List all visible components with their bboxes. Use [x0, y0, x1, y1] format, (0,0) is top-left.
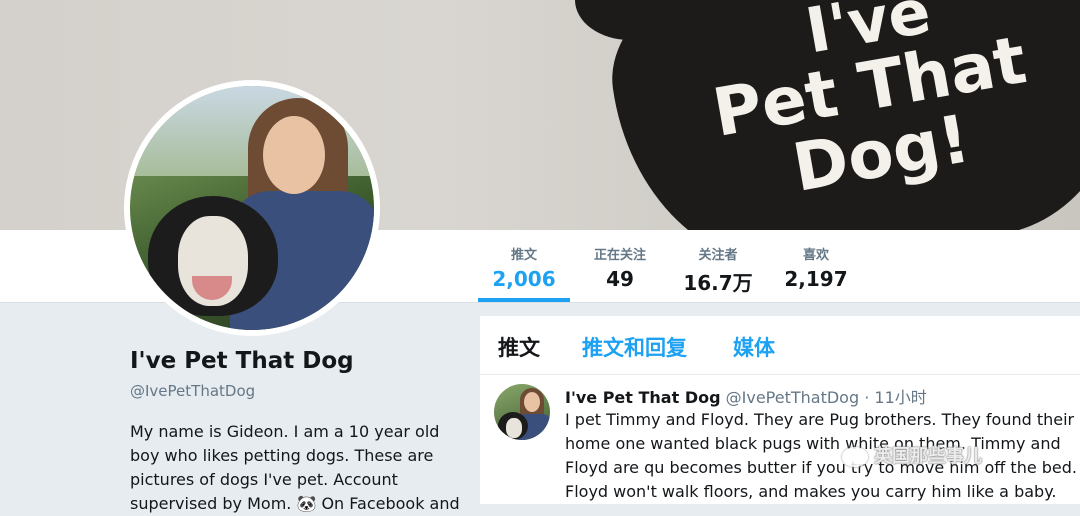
stat-value: 2,197: [784, 267, 848, 291]
wechat-icon: [842, 447, 868, 467]
avatar-photo: [130, 86, 374, 330]
avatar-person-face: [263, 116, 325, 194]
timeline-tabs: 推文 推文和回复 媒体: [480, 316, 1080, 375]
profile-name[interactable]: I've Pet That Dog: [130, 348, 354, 374]
tweet-avatar[interactable]: [494, 384, 550, 440]
stat-value: 16.7万: [683, 271, 753, 295]
stat-label: 推文: [510, 248, 537, 263]
watermark-text: 英国那些事儿: [874, 446, 982, 467]
tweet-timestamp[interactable]: 11小时: [874, 388, 926, 407]
stat-label: 正在关注: [593, 248, 646, 263]
stat-value: 2,006: [492, 267, 556, 291]
tweet-author-name[interactable]: I've Pet That Dog: [565, 388, 721, 407]
tweet-separator: ·: [864, 388, 870, 407]
stat-label: 喜欢: [802, 248, 829, 263]
profile-bio: My name is Gideon. I am a 10 year old bo…: [130, 422, 460, 513]
profile-handle[interactable]: @IvePetThatDog: [130, 382, 255, 400]
stat-followers[interactable]: 关注者 16.7万: [678, 244, 758, 296]
profile-avatar[interactable]: [124, 80, 380, 336]
tweet-author-handle[interactable]: @IvePetThatDog: [726, 388, 859, 407]
watermark: 英国那些事儿: [842, 442, 982, 468]
tab-tweets[interactable]: 推文: [498, 332, 540, 362]
timeline-card: 推文 推文和回复 媒体 I've Pet That Dog @IvePetTha…: [480, 316, 1080, 504]
tweet-text: I pet Timmy and Floyd. They are Pug brot…: [565, 410, 1077, 501]
stat-tweets[interactable]: 推文 2,006: [478, 244, 570, 291]
active-stat-indicator: [478, 298, 570, 302]
tab-media[interactable]: 媒体: [733, 332, 775, 362]
tweet-header: I've Pet That Dog @IvePetThatDog · 11小时: [565, 384, 927, 408]
stat-following[interactable]: 正在关注 49: [580, 244, 660, 291]
tab-tweets-replies[interactable]: 推文和回复: [582, 332, 687, 362]
stat-value: 49: [606, 267, 634, 291]
stat-likes[interactable]: 喜欢 2,197: [776, 244, 856, 291]
stat-label: 关注者: [698, 248, 738, 263]
